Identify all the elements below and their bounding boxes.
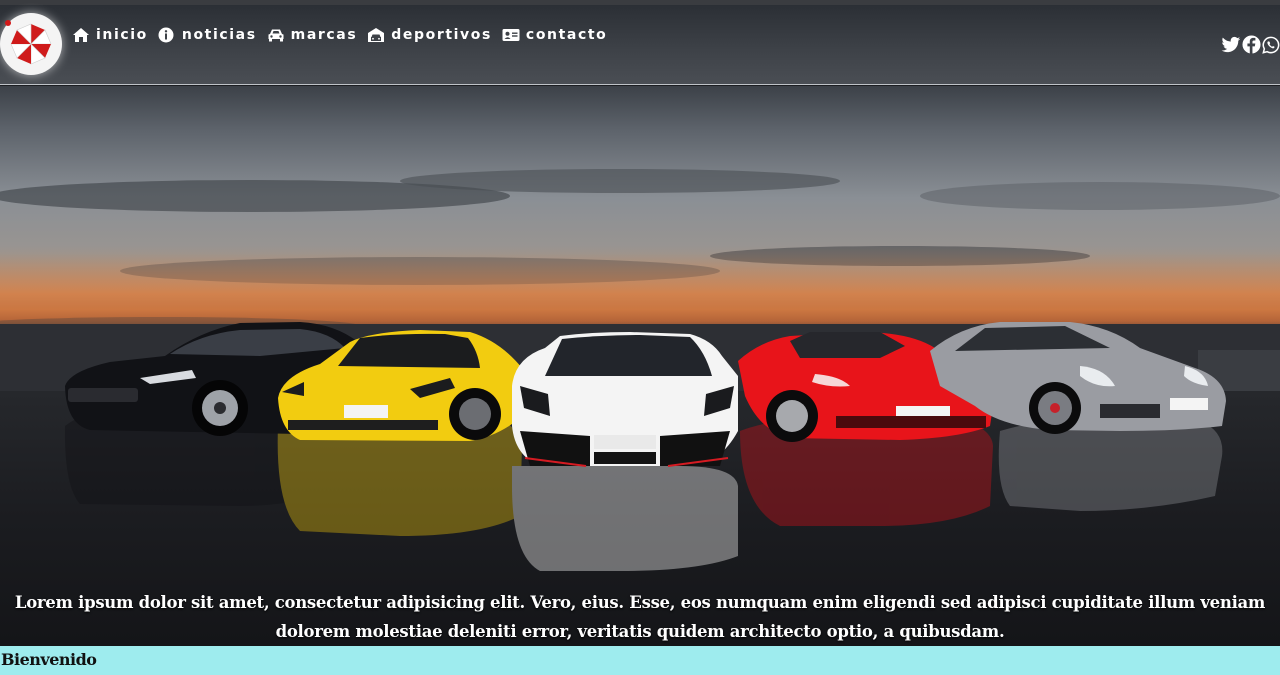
logo-dot [5,20,11,26]
hero-banner: Lorem ipsum dolor sit amet, consectetur … [0,86,1280,646]
welcome-title: Bienvenido [1,650,97,669]
facebook-icon[interactable] [1242,35,1261,58]
nav-item-marcas[interactable]: marcas [267,27,358,43]
garage-icon [367,27,385,43]
nav-item-deportivos[interactable]: deportivos [367,27,492,43]
nav-item-label: inicio [96,27,148,43]
car-icon [267,27,285,43]
nav-item-label: noticias [181,27,257,43]
nav-item-label: contacto [525,27,608,43]
whatsapp-icon[interactable] [1262,36,1280,58]
car-white [512,332,738,467]
hero-caption: Lorem ipsum dolor sit amet, consectetur … [14,593,1266,641]
info-icon [158,27,176,43]
twitter-icon[interactable] [1221,36,1241,58]
site-logo[interactable] [0,13,62,75]
welcome-bar: Bienvenido [0,646,1280,675]
nav-item-noticias[interactable]: noticias [158,27,257,43]
nav-item-inicio[interactable]: inicio [72,27,148,43]
hero-image [0,169,1280,646]
home-icon [72,27,90,43]
nav-item-contacto[interactable]: contacto [502,27,607,43]
main-nav: inicio noticias marcas deportivos contac… [72,27,617,43]
contact-card-icon [502,27,520,43]
navbar: inicio noticias marcas deportivos contac… [0,5,1280,85]
nav-item-label: deportivos [391,27,492,43]
social-links [1220,35,1280,58]
nav-item-label: marcas [290,27,358,43]
